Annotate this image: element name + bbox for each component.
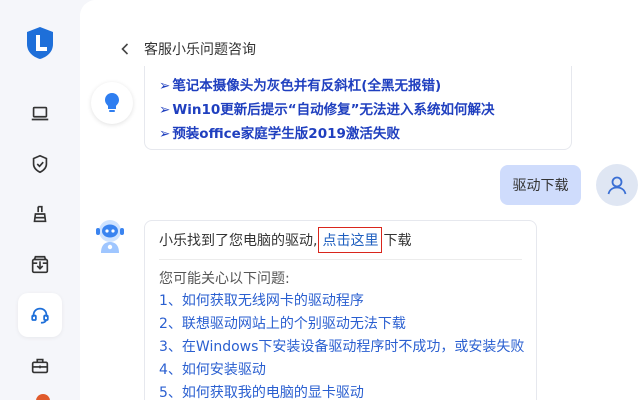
suggestion-bubble: ➢ 笔记本摄像头为灰色并有反斜杠(全黑无报错) ➢ Win10更新后提示“自动修复”…: [144, 64, 572, 150]
laptop-icon: [31, 106, 49, 121]
notification-dot: [36, 394, 50, 400]
suggestion-link[interactable]: ➢ 笔记本摄像头为灰色并有反斜杠(全黑无报错): [159, 74, 557, 98]
related-question[interactable]: 3、在Windows下安装设备驱动程序时不成功，或安装失败: [159, 336, 524, 359]
back-button[interactable]: [120, 42, 134, 56]
reply-bubble: 小乐找到了您电脑的驱动, 点击这里 下载 您可能关心以下问题: 1、如何获取无线…: [144, 220, 537, 400]
suggestion-link[interactable]: ➢ Win10更新后提示“自动修复”无法进入系统如何解决: [159, 98, 557, 122]
download-link[interactable]: 点击这里: [318, 227, 383, 253]
headset-icon: [31, 307, 49, 324]
robot-avatar: [89, 216, 131, 258]
sidebar-item-support[interactable]: [18, 293, 62, 337]
user-avatar: [596, 164, 638, 206]
sidebar-item-security[interactable]: [18, 142, 62, 186]
header: 客服小乐问题咨询: [120, 38, 256, 60]
bot-avatar: [91, 82, 133, 124]
sidebar-item-device[interactable]: [18, 92, 62, 136]
toolbox-icon: [31, 358, 49, 374]
user-icon: [607, 176, 627, 195]
related-question[interactable]: 2、联想驱动网站上的个别驱动无法下载: [159, 313, 522, 336]
sidebar-item-toolbox[interactable]: [18, 344, 62, 388]
related-questions-title: 您可能关心以下问题:: [159, 271, 290, 287]
sidebar-item-drivers[interactable]: [18, 243, 62, 287]
related-question[interactable]: 5、如何获取我的电脑的显卡驱动: [159, 382, 522, 400]
related-question[interactable]: 1、如何获取无线网卡的驱动程序: [159, 290, 522, 313]
bulb-icon: [105, 93, 119, 112]
chevron-left-icon: [121, 43, 129, 55]
sidebar-item-cleanup[interactable]: [18, 192, 62, 236]
app-logo: [24, 26, 56, 60]
driver-found-message: 小乐找到了您电脑的驱动, 点击这里 下载: [159, 221, 522, 260]
sidebar: [0, 0, 80, 400]
shield-check-icon: [32, 154, 48, 174]
user-message: 驱动下载: [500, 165, 581, 205]
suggestion-link[interactable]: ➢ 预装office家庭学生版2019激活失败: [159, 122, 557, 146]
chat-panel: ➢ 笔记本摄像头为灰色并有反斜杠(全黑无报错) ➢ Win10更新后提示“自动修复”…: [80, 0, 644, 400]
related-question[interactable]: 4、如何安装驱动: [159, 359, 522, 382]
download-box-icon: [31, 255, 49, 274]
page-title: 客服小乐问题咨询: [144, 42, 256, 58]
broom-icon: [33, 205, 47, 223]
